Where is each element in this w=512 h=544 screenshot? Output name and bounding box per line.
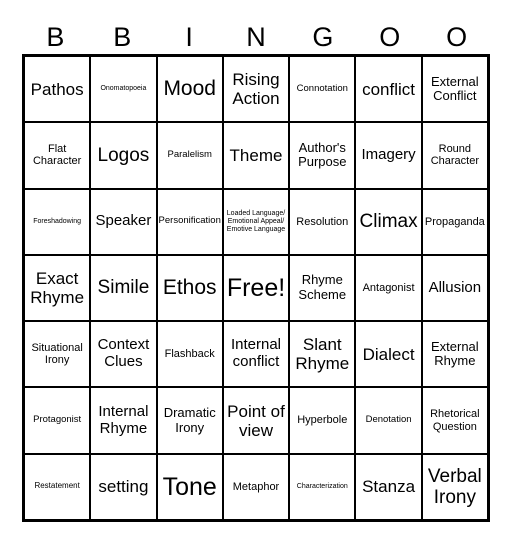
- bingo-cell[interactable]: Restatement: [24, 453, 91, 520]
- bingo-cell[interactable]: External Conflict: [421, 56, 488, 123]
- bingo-cell[interactable]: Verbal Irony: [421, 453, 488, 520]
- bingo-cell[interactable]: Connotation: [289, 56, 356, 123]
- bingo-cell[interactable]: Flat Character: [24, 122, 91, 189]
- header-letter: O: [379, 22, 401, 52]
- bingo-cell[interactable]: Point of view: [222, 387, 290, 454]
- bingo-cell[interactable]: Dialect: [355, 321, 422, 388]
- bingo-cell[interactable]: Internal conflict: [222, 321, 290, 388]
- bingo-cell[interactable]: Hyperbole: [289, 387, 356, 454]
- bingo-cell[interactable]: Internal Rhyme: [90, 387, 157, 454]
- bingo-cell[interactable]: Climax: [355, 188, 422, 255]
- bingo-cell[interactable]: Flashback: [156, 321, 223, 388]
- header-letter: N: [246, 22, 266, 52]
- bingo-cell[interactable]: Ethos: [156, 254, 223, 322]
- bingo-cell[interactable]: Author's Purpose: [289, 122, 356, 189]
- bingo-cell[interactable]: Tone: [156, 453, 223, 520]
- bingo-cell[interactable]: conflict: [355, 56, 422, 123]
- bingo-cell[interactable]: Antagonist: [355, 254, 422, 322]
- bingo-cell[interactable]: Mood: [156, 56, 223, 123]
- bingo-cell[interactable]: Slant Rhyme: [289, 321, 356, 388]
- bingo-cell[interactable]: Rhetorical Question: [421, 387, 488, 454]
- bingo-grid: Pathos Onomatopoeia Mood Rising Action C…: [22, 54, 490, 522]
- header-letter: O: [446, 22, 468, 52]
- bingo-cell[interactable]: Logos: [90, 122, 157, 189]
- bingo-cell[interactable]: Protagonist: [24, 387, 91, 454]
- bingo-header: B B I N G O O: [22, 20, 490, 54]
- bingo-cell[interactable]: Propaganda: [421, 188, 488, 255]
- bingo-cell[interactable]: Situational Irony: [24, 321, 91, 388]
- bingo-cell[interactable]: Stanza: [355, 453, 422, 520]
- bingo-cell[interactable]: setting: [90, 453, 157, 520]
- bingo-cell[interactable]: Metaphor: [222, 453, 290, 520]
- bingo-cell[interactable]: Round Character: [421, 122, 488, 189]
- header-letter: I: [185, 22, 193, 52]
- bingo-cell[interactable]: Context Clues: [90, 321, 157, 388]
- header-letter: B: [113, 22, 132, 52]
- bingo-cell[interactable]: Theme: [222, 122, 290, 189]
- bingo-cell[interactable]: Loaded Language/ Emotional Appeal/ Emoti…: [222, 188, 290, 255]
- bingo-cell[interactable]: Dramatic Irony: [156, 387, 223, 454]
- bingo-cell[interactable]: Rising Action: [222, 56, 290, 123]
- bingo-cell[interactable]: Foreshadowing: [24, 188, 91, 255]
- bingo-cell[interactable]: Speaker: [90, 188, 157, 255]
- bingo-cell[interactable]: Paralelism: [156, 122, 223, 189]
- bingo-cell[interactable]: Imagery: [355, 122, 422, 189]
- bingo-cell[interactable]: Onomatopoeia: [90, 56, 157, 123]
- header-letter: B: [46, 22, 65, 52]
- free-space-cell[interactable]: Free!: [222, 254, 290, 322]
- bingo-cell[interactable]: Pathos: [24, 56, 91, 123]
- bingo-cell[interactable]: Rhyme Scheme: [289, 254, 356, 322]
- header-letter: G: [312, 22, 334, 52]
- bingo-cell[interactable]: Exact Rhyme: [24, 254, 91, 322]
- bingo-cell[interactable]: Resolution: [289, 188, 356, 255]
- bingo-cell[interactable]: Simile: [90, 254, 157, 322]
- bingo-cell[interactable]: Personification: [156, 188, 223, 255]
- bingo-cell[interactable]: Characterization: [289, 453, 356, 520]
- bingo-cell[interactable]: External Rhyme: [421, 321, 488, 388]
- bingo-cell[interactable]: Allusion: [421, 254, 488, 322]
- bingo-cell[interactable]: Denotation: [355, 387, 422, 454]
